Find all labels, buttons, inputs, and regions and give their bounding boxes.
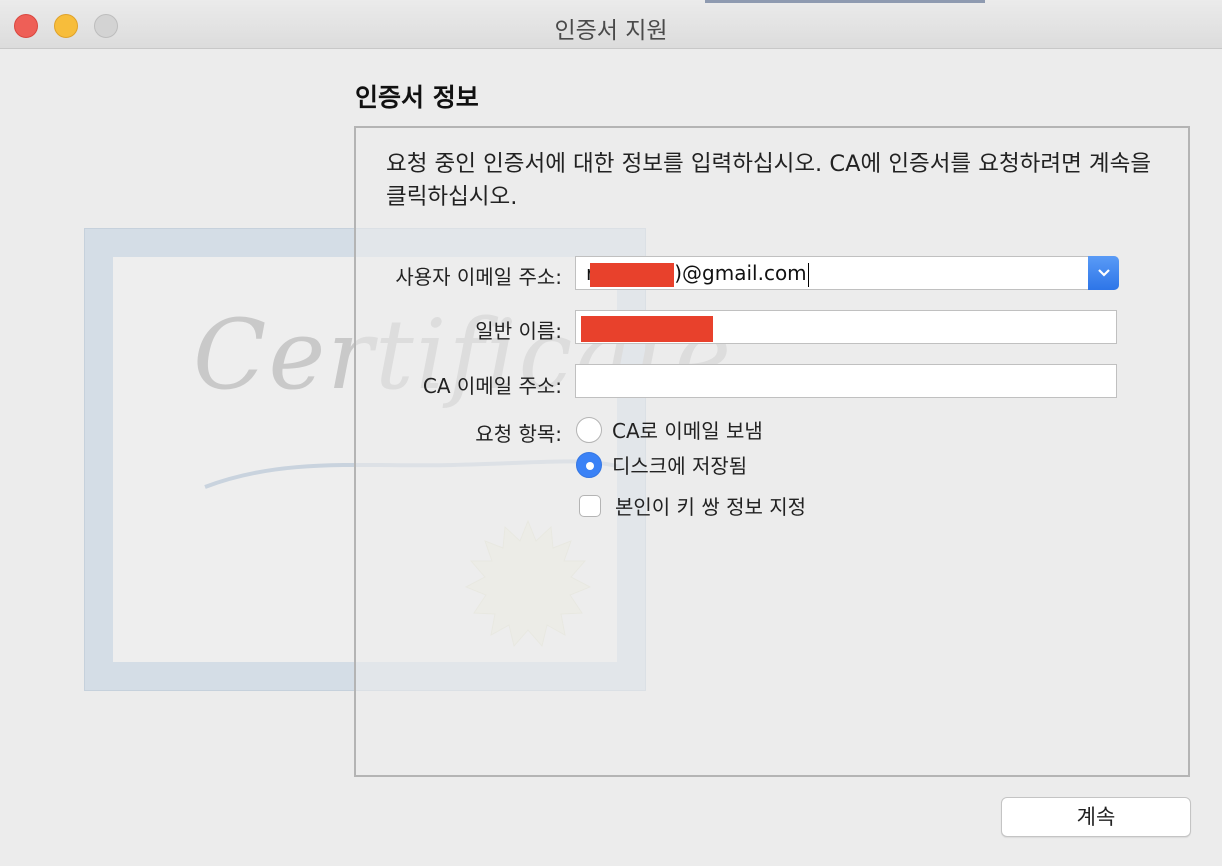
user-email-label: 사용자 이메일 주소: — [395, 265, 562, 289]
radio-button-selected[interactable] — [576, 451, 602, 478]
instructions-text: 요청 중인 인증서에 대한 정보를 입력하십시오. CA에 인증서를 요청하려면… — [386, 151, 1152, 210]
ca-email-field[interactable] — [575, 364, 1117, 398]
chevron-down-icon — [1097, 269, 1110, 277]
key-pair-checkbox-label: 본인이 키 쌍 정보 지정 — [615, 495, 807, 519]
window-title: 인증서 지원 — [554, 18, 668, 44]
user-email-value-suffix: )@gmail.com — [674, 261, 807, 285]
radio-button[interactable] — [576, 416, 602, 443]
title-bar: 인증서 지원 — [0, 0, 1222, 49]
certificate-info-panel — [354, 126, 1190, 777]
continue-button[interactable]: 계속 — [1001, 797, 1191, 837]
request-label: 요청 항목: — [475, 422, 562, 446]
redaction-block — [590, 262, 675, 287]
key-pair-checkbox-row[interactable]: 본인이 키 쌍 정보 지정 — [576, 491, 806, 520]
background-window-edge — [705, 0, 985, 3]
user-email-dropdown-button[interactable] — [1088, 256, 1119, 290]
user-email-combobox[interactable]: r)@gmail.com — [575, 256, 1119, 290]
section-title: 인증서 정보 — [355, 83, 479, 112]
redaction-block — [581, 315, 713, 342]
text-caret — [807, 262, 810, 287]
radio-option-save-disk[interactable]: 디스크에 저장됨 — [576, 450, 747, 479]
radio-option-label: CA로 이메일 보냄 — [612, 419, 763, 443]
key-pair-checkbox[interactable] — [579, 494, 601, 517]
radio-option-email-ca[interactable]: CA로 이메일 보냄 — [576, 415, 763, 444]
ca-email-label: CA 이메일 주소: — [422, 374, 562, 398]
common-name-label: 일반 이름: — [475, 319, 562, 343]
radio-option-label: 디스크에 저장됨 — [612, 454, 748, 478]
common-name-field[interactable] — [575, 310, 1117, 344]
